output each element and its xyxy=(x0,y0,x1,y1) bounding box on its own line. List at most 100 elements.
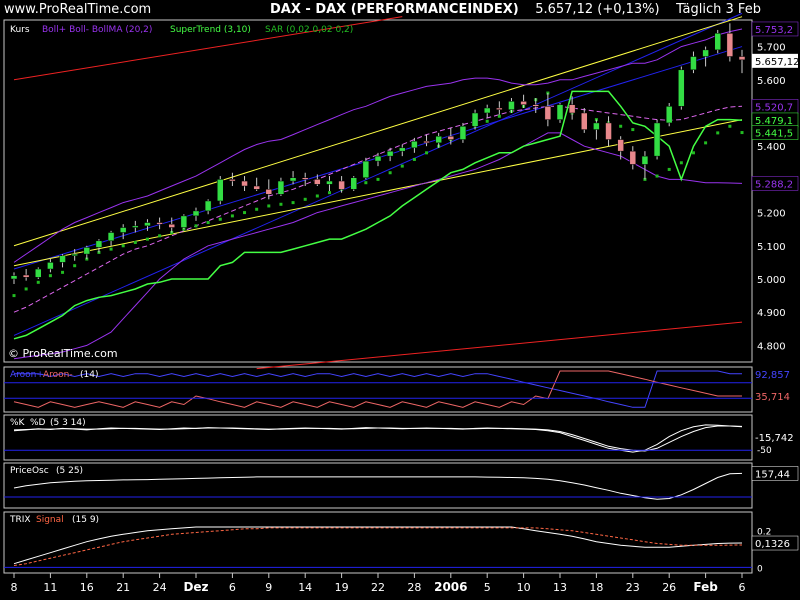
candle-body[interactable] xyxy=(362,160,370,178)
candle-body[interactable] xyxy=(605,122,612,140)
sar-dot xyxy=(315,194,319,198)
candle-body[interactable] xyxy=(423,140,430,144)
sar-dot xyxy=(279,202,283,206)
candle-body[interactable] xyxy=(71,253,78,256)
candle-body[interactable] xyxy=(617,139,624,152)
sar-dot xyxy=(728,124,732,128)
sar-dot xyxy=(24,287,28,291)
candle-body[interactable] xyxy=(386,150,394,157)
candle-body[interactable] xyxy=(544,106,552,120)
candle-body[interactable] xyxy=(399,147,406,152)
candle-body[interactable] xyxy=(520,101,527,105)
panel-frame-2 xyxy=(3,414,753,461)
candle-body[interactable] xyxy=(568,104,576,114)
x-axis-label: 19 xyxy=(335,581,349,594)
trix-legend-signal: Signal xyxy=(36,515,64,525)
sar-dot xyxy=(158,234,162,238)
candle-body[interactable] xyxy=(435,135,442,144)
price-legend-item: Kurs xyxy=(10,25,30,35)
x-axis-label: 24 xyxy=(153,581,167,594)
candle-body[interactable] xyxy=(59,255,66,263)
candle-body[interactable] xyxy=(289,177,297,182)
candle-body[interactable] xyxy=(641,155,649,165)
price-axis-tick: 5.000 xyxy=(757,275,786,286)
candle-body[interactable] xyxy=(665,106,673,124)
sar-dot xyxy=(655,174,659,178)
last-price-tag: 5.657,12 xyxy=(755,57,800,68)
stoch-axis-tick: -50 xyxy=(757,446,772,456)
candle-body[interactable] xyxy=(581,112,588,130)
price-legend-item: Boll+ Boll- BollMA (20,2) xyxy=(42,25,152,35)
price-legend-item: SAR (0,02 0,02 0,2) xyxy=(265,25,353,35)
candle-body[interactable] xyxy=(411,140,418,149)
priceosc-value-tag: 157,44 xyxy=(755,469,790,480)
value-tag: 5.288,2 xyxy=(755,179,793,190)
candle-body[interactable] xyxy=(314,179,321,185)
candle-body[interactable] xyxy=(653,122,661,157)
candle-body[interactable] xyxy=(132,225,139,228)
candle-body[interactable] xyxy=(217,179,224,202)
candle-body[interactable] xyxy=(508,101,515,110)
candle-body[interactable] xyxy=(556,104,564,120)
candle-body[interactable] xyxy=(83,247,91,255)
sar-dot xyxy=(109,247,113,251)
candle-body[interactable] xyxy=(241,180,248,187)
series-line-priceosc xyxy=(13,472,743,500)
candle-body[interactable] xyxy=(471,112,479,127)
candle-body[interactable] xyxy=(301,177,309,180)
candle-body[interactable] xyxy=(593,122,600,130)
candle-body[interactable] xyxy=(119,227,127,233)
x-axis-label: 18 xyxy=(589,581,603,594)
sar-dot xyxy=(679,161,683,165)
sar-dot xyxy=(425,151,429,155)
price-axis-tick: 5.700 xyxy=(757,43,786,54)
candle-body[interactable] xyxy=(265,189,273,195)
aroon-legend-period: (14) xyxy=(80,370,98,380)
candle-body[interactable] xyxy=(338,180,345,190)
candle-body[interactable] xyxy=(532,104,539,107)
candle-body[interactable] xyxy=(350,177,357,190)
candle-body[interactable] xyxy=(483,107,491,114)
candle-body[interactable] xyxy=(156,222,163,225)
chart-canvas[interactable]: 5.7005.6005.5005.4005.3005.2005.1005.000… xyxy=(0,0,800,600)
candle-body[interactable] xyxy=(678,69,685,107)
candle-body[interactable] xyxy=(326,180,333,185)
trix-value-tag: 0,1326 xyxy=(755,539,790,550)
candle-body[interactable] xyxy=(192,210,200,217)
candle-body[interactable] xyxy=(253,185,260,190)
candle-body[interactable] xyxy=(22,274,30,278)
sar-dot xyxy=(327,191,331,195)
candle-body[interactable] xyxy=(374,155,382,162)
sar-dot xyxy=(704,141,708,145)
candle-body[interactable] xyxy=(277,180,285,195)
x-axis-label: 6 xyxy=(229,581,236,594)
trix-legend-period: (15 9) xyxy=(72,515,99,525)
sar-dot xyxy=(255,207,259,211)
candle-body[interactable] xyxy=(107,232,115,242)
candle-body[interactable] xyxy=(95,240,103,248)
x-axis-label: 9 xyxy=(265,581,272,594)
candle-body[interactable] xyxy=(144,222,151,227)
candle-body[interactable] xyxy=(629,150,637,165)
candle-body[interactable] xyxy=(714,33,721,51)
candle-body[interactable] xyxy=(229,179,236,182)
candle-body[interactable] xyxy=(168,223,175,228)
candle-body[interactable] xyxy=(726,33,734,57)
sar-dot xyxy=(388,171,392,175)
aroon-value-tag: 92,857 xyxy=(755,370,790,381)
x-axis-label: 5 xyxy=(484,581,491,594)
candle-body[interactable] xyxy=(738,56,746,61)
sar-dot xyxy=(218,217,222,221)
candle-body[interactable] xyxy=(10,275,18,280)
candle-body[interactable] xyxy=(180,215,188,228)
candle-body[interactable] xyxy=(496,107,503,110)
x-axis-label: Dez xyxy=(183,580,208,594)
candle-body[interactable] xyxy=(35,268,42,278)
candle-body[interactable] xyxy=(690,56,697,71)
candle-body[interactable] xyxy=(47,262,54,270)
candle-body[interactable] xyxy=(702,49,709,57)
candle-body[interactable] xyxy=(204,200,212,212)
candle-body[interactable] xyxy=(447,135,455,140)
x-axis-label: 13 xyxy=(553,581,567,594)
candle-body[interactable] xyxy=(459,126,467,140)
